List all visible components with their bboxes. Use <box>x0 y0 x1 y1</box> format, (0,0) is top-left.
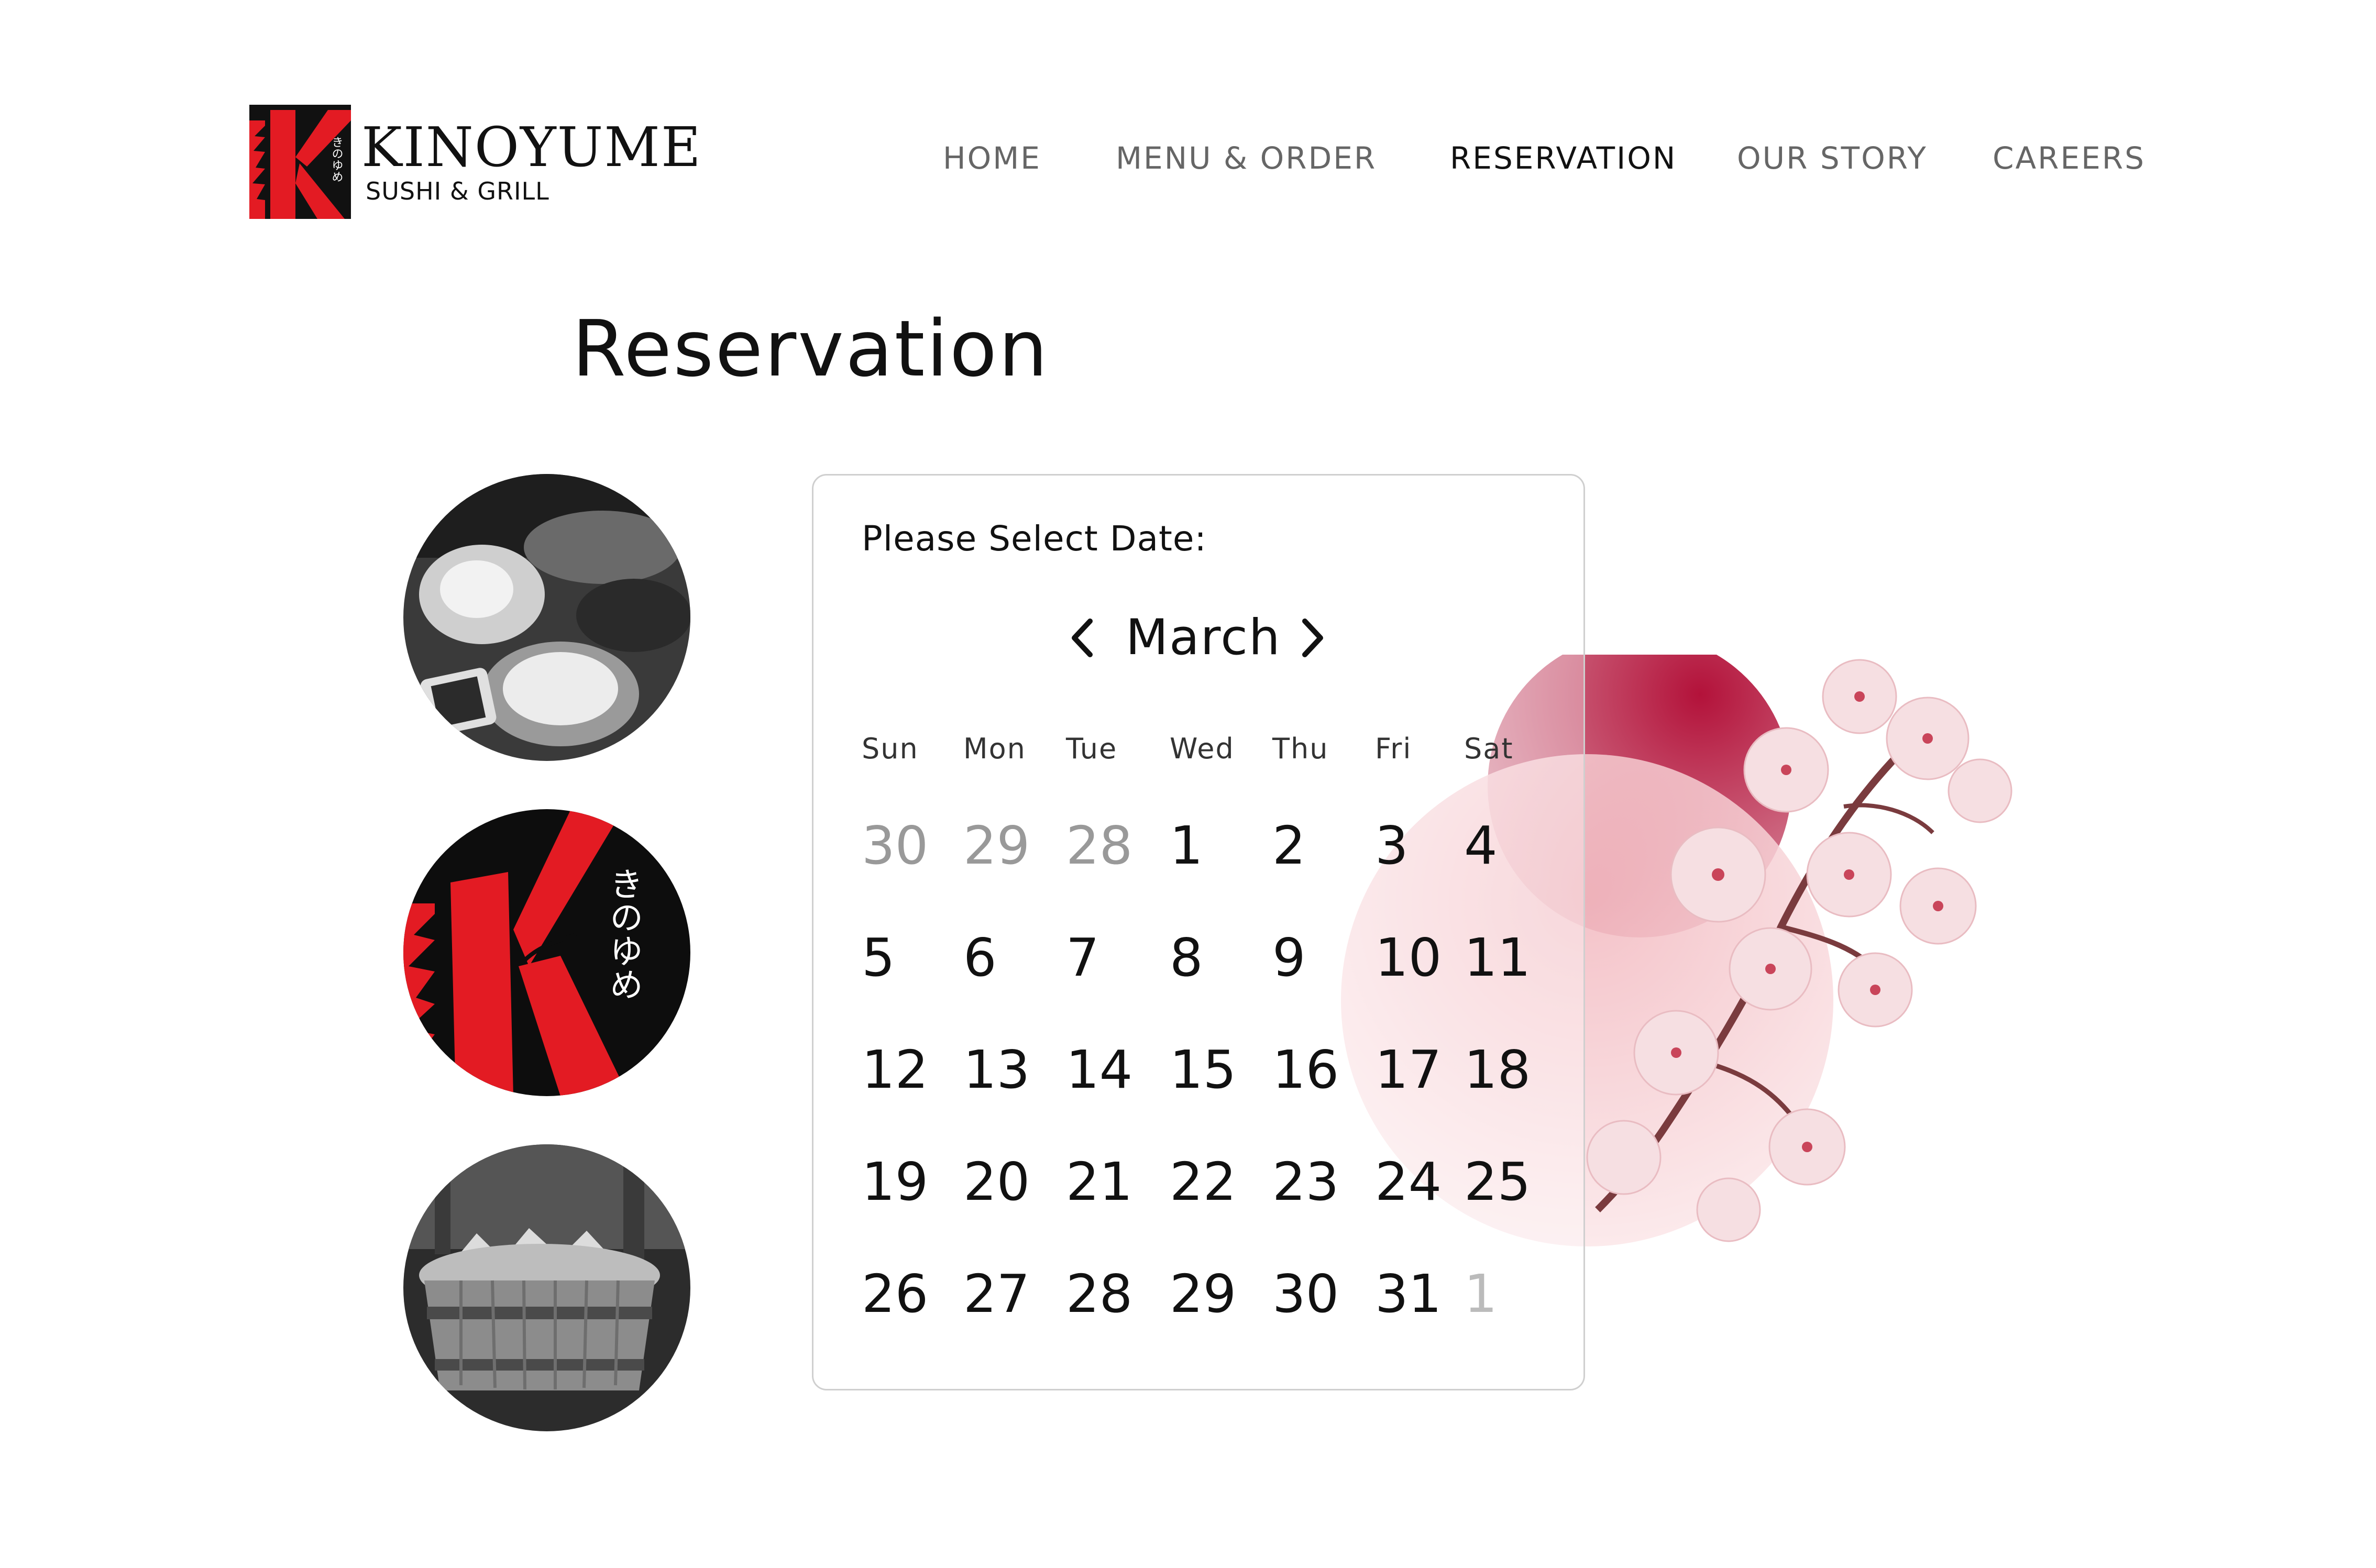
day-cell[interactable]: 10 <box>1375 929 1442 987</box>
day-cell[interactable]: 19 <box>862 1153 928 1211</box>
day-cell[interactable]: 28 <box>1066 817 1132 875</box>
weekday-sat: Sat <box>1464 732 1514 765</box>
day-cell[interactable]: 26 <box>862 1265 928 1323</box>
date-prompt: Please Select Date: <box>862 518 1207 559</box>
weekday-thu: Thu <box>1272 732 1329 765</box>
weekday-mon: Mon <box>963 732 1026 765</box>
day-cell[interactable]: 3 <box>1375 817 1409 875</box>
day-cell[interactable]: 30 <box>1272 1265 1339 1323</box>
page-title: Reservation <box>572 304 1050 394</box>
brand-subtitle: SUSHI & GRILL <box>366 177 549 205</box>
day-cell[interactable]: 30 <box>862 817 928 875</box>
month-label: March <box>1126 609 1281 666</box>
nav-our-story[interactable]: OUR STORY <box>1737 140 1928 176</box>
day-cell[interactable]: 20 <box>963 1153 1030 1211</box>
day-cell[interactable]: 21 <box>1066 1153 1132 1211</box>
next-month-button[interactable] <box>1294 609 1331 667</box>
day-cell[interactable]: 31 <box>1375 1265 1442 1323</box>
nav-reservation[interactable]: RESERVATION <box>1450 140 1677 176</box>
day-cell[interactable]: 25 <box>1464 1153 1531 1211</box>
day-cell[interactable]: 27 <box>963 1265 1030 1323</box>
chevron-left-icon <box>1072 619 1093 657</box>
weekday-sun: Sun <box>862 732 919 765</box>
weekday-fri: Fri <box>1375 732 1412 765</box>
day-cell[interactable]: 11 <box>1464 929 1531 987</box>
brand-text: KINOYUME SUSHI & GRILL <box>361 118 702 206</box>
day-cell[interactable]: 4 <box>1464 817 1498 875</box>
logo-mark: きのゆめ <box>249 105 351 219</box>
food-platter-photo <box>403 474 690 761</box>
day-cell[interactable]: 28 <box>1066 1265 1132 1323</box>
day-cell[interactable]: 29 <box>963 817 1030 875</box>
day-cell[interactable]: 9 <box>1272 929 1306 987</box>
kinoyume-logo-circle: きのゆめ <box>403 809 690 1096</box>
day-cell[interactable]: 24 <box>1375 1153 1442 1211</box>
day-cell[interactable]: 18 <box>1464 1041 1531 1099</box>
nav-home[interactable]: HOME <box>943 140 1041 176</box>
day-cell[interactable]: 22 <box>1170 1153 1236 1211</box>
logo-circle-kana: きのゆめ <box>604 867 643 1001</box>
day-cell[interactable]: 2 <box>1272 817 1306 875</box>
date-picker: Please Select Date: March Sun Mon Tue We… <box>812 474 1585 1390</box>
site-logo[interactable]: きのゆめ KINOYUME SUSHI & GRILL <box>249 105 702 219</box>
month-navigation: March <box>813 609 1583 672</box>
sushi-boat-photo <box>403 1144 690 1431</box>
day-cell[interactable]: 23 <box>1272 1153 1339 1211</box>
day-cell[interactable]: 5 <box>862 929 895 987</box>
day-cell[interactable]: 1 <box>1170 817 1203 875</box>
day-cell[interactable]: 29 <box>1170 1265 1236 1323</box>
nav-menu-order[interactable]: MENU & ORDER <box>1116 140 1377 176</box>
previous-month-button[interactable] <box>1064 609 1101 667</box>
day-cell[interactable]: 17 <box>1375 1041 1442 1099</box>
weekday-tue: Tue <box>1066 732 1118 765</box>
logo-kana: きのゆめ <box>330 136 343 182</box>
chevron-right-icon <box>1302 619 1323 657</box>
day-cell[interactable]: 15 <box>1170 1041 1236 1099</box>
nav-careers[interactable]: CAREERS <box>1993 140 2146 176</box>
day-cell[interactable]: 8 <box>1170 929 1203 987</box>
day-cell[interactable]: 1 <box>1464 1265 1498 1323</box>
day-cell[interactable]: 7 <box>1066 929 1099 987</box>
brand-name: KINOYUME <box>361 115 702 179</box>
day-cell[interactable]: 6 <box>963 929 997 987</box>
day-cell[interactable]: 13 <box>963 1041 1030 1099</box>
day-cell[interactable]: 12 <box>862 1041 928 1099</box>
weekday-wed: Wed <box>1170 732 1235 765</box>
day-cell[interactable]: 14 <box>1066 1041 1132 1099</box>
day-cell[interactable]: 16 <box>1272 1041 1339 1099</box>
page-root: { "brand": { "name": "KINOYUME", "subtit… <box>0 0 2376 1568</box>
